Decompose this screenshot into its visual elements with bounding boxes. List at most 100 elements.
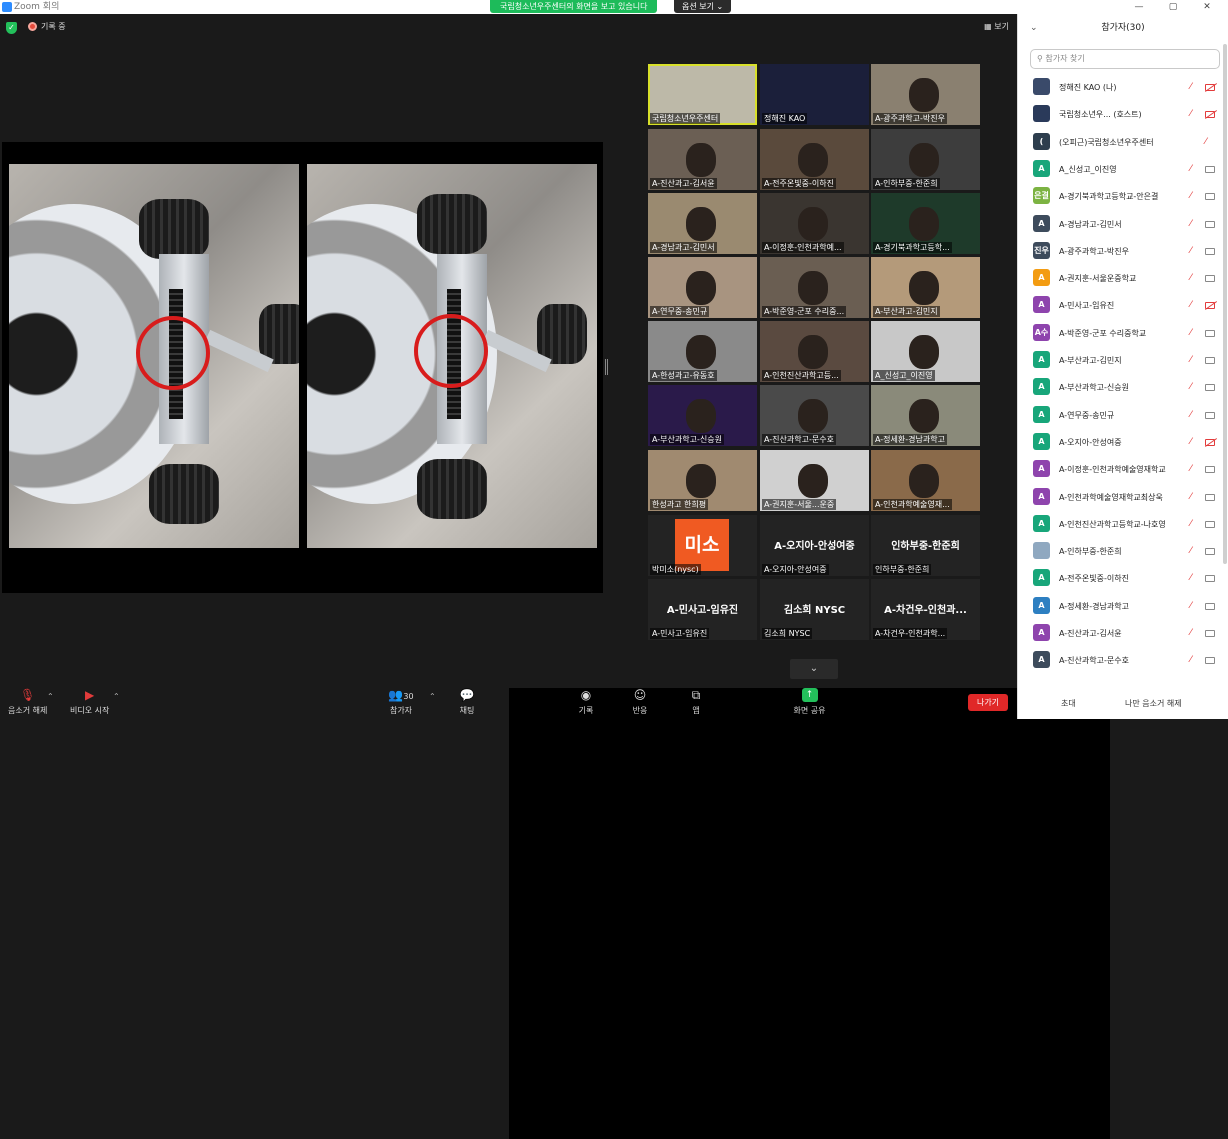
participant-row[interactable]: A A-경남과고-김민서 ⁄ — [1018, 211, 1223, 238]
participant-row[interactable]: 진우 A-광주과학고-박진우 ⁄ — [1018, 238, 1223, 265]
video-tile-name: 한성과고 한희평 — [650, 499, 709, 510]
share-screen-button[interactable]: ↑ 화면 공유 — [509, 688, 1110, 1139]
video-tile[interactable]: 정해진 KAO — [760, 64, 869, 125]
audio-options-caret[interactable]: ⌃ — [47, 692, 54, 701]
video-tile-name: A-연무중-송민규 — [650, 306, 710, 317]
mic-muted-icon: ⁄ — [1190, 109, 1192, 120]
view-options-button[interactable]: 옵션 보기 ⌄ — [674, 0, 732, 13]
shared-screen[interactable] — [2, 142, 603, 593]
participant-row[interactable]: 정해진 KAO (나) ⁄ — [1018, 74, 1223, 101]
video-tile[interactable]: A-인하부중-한준희 — [871, 129, 980, 190]
recording-indicator[interactable]: 기록 중 — [28, 21, 66, 32]
video-tile[interactable]: A-부산과학고-신승원 — [648, 385, 757, 446]
participant-search-input[interactable]: ⚲ 참가자 찾기 — [1030, 49, 1220, 69]
video-tile-no-video[interactable]: A-오지아-안성여중 A-오지아-안성여중 — [760, 515, 869, 576]
video-tile[interactable]: 한성과고 한희평 — [648, 450, 757, 511]
unmute-button[interactable]: 🎙 음소거 해제 — [8, 688, 47, 716]
security-shield-icon[interactable]: ✓ — [6, 22, 17, 34]
video-tile-no-video[interactable]: 인하부중-한준희 인하부중-한준희 — [871, 515, 980, 576]
participant-row[interactable]: 국립청소년우... (호스트) ⁄ — [1018, 101, 1223, 128]
leave-button[interactable]: 나가기 — [968, 694, 1008, 711]
video-tile[interactable]: A-연무중-송민규 — [648, 257, 757, 318]
participant-row[interactable]: A A-진산과고-김서윤 ⁄ — [1018, 620, 1223, 647]
invite-button[interactable]: 초대 — [1061, 698, 1076, 709]
video-tile-no-video[interactable]: A-민사고-임유진 A-민사고-임유진 — [648, 579, 757, 640]
participant-row[interactable]: A A-진산과학고-문수호 ⁄ — [1018, 647, 1223, 674]
video-tile[interactable]: A-박준영-군포 수리중... — [760, 257, 869, 318]
camera-icon — [1205, 493, 1215, 501]
participant-row[interactable]: A A-인천과학예술영재학교최상욱 ⁄ — [1018, 484, 1223, 511]
participant-row[interactable]: 은결 A-경기북과학고등학교-안은결 ⁄ — [1018, 183, 1223, 210]
window-title: Zoom 회의 — [14, 2, 60, 12]
maximize-button[interactable]: ▢ — [1156, 0, 1190, 14]
reactions-button[interactable]: ☺ 반응 — [632, 688, 648, 716]
apps-button[interactable]: ⧉ 앱 — [688, 688, 704, 716]
participant-name: A_신성고_이진영 — [1059, 164, 1117, 174]
participant-row[interactable]: A수 A-박준영-군포 수리중학교 ⁄ — [1018, 320, 1223, 347]
video-tile[interactable]: A-부산과고-김민지 — [871, 257, 980, 318]
participant-row[interactable]: A A-이정훈-인천과학예술영재학교 ⁄ — [1018, 456, 1223, 483]
minimize-button[interactable]: — — [1122, 0, 1156, 14]
video-tile[interactable]: A-권지훈-서울...운중 — [760, 450, 869, 511]
video-tile-no-video[interactable]: 김소희 NYSC 김소희 NYSC — [760, 579, 869, 640]
unmute-me-button[interactable]: 나만 음소거 해제 — [1125, 698, 1182, 709]
video-tile[interactable]: A-인천과학예술영재... — [871, 450, 980, 511]
participants-button[interactable]: 👥30 참가자 — [385, 688, 417, 716]
view-button[interactable]: ▦ 보기 — [984, 21, 1009, 32]
camera-icon — [1205, 520, 1215, 528]
video-tile-name: 김소희 NYSC — [762, 628, 813, 639]
participant-row[interactable]: A A-오지아-안성여중 ⁄ — [1018, 429, 1223, 456]
participant-row[interactable]: A-인하부중-한준희 ⁄ — [1018, 538, 1223, 565]
video-tile[interactable]: A-전주온빛중-이하진 — [760, 129, 869, 190]
participant-row[interactable]: A A-권지훈-서울운중학교 ⁄ — [1018, 265, 1223, 292]
participant-name: A-경남과고-김민서 — [1059, 219, 1122, 229]
close-button[interactable]: ✕ — [1190, 0, 1224, 14]
participant-row[interactable]: A A-전주온빛중-이하진 ⁄ — [1018, 565, 1223, 592]
participant-row[interactable]: A A_신성고_이진영 ⁄ — [1018, 156, 1223, 183]
participant-row[interactable]: A A-연무중-송민규 ⁄ — [1018, 402, 1223, 429]
participant-face — [909, 399, 939, 433]
video-tile[interactable]: A-인천진산과학고등... — [760, 321, 869, 382]
video-tile-display-name: 인하부중-한준희 — [891, 541, 960, 552]
camera-icon — [1205, 357, 1215, 364]
start-video-label: 비디오 시작 — [70, 706, 110, 715]
start-video-button[interactable]: ▶ 비디오 시작 — [70, 688, 109, 716]
video-tile[interactable]: A-정세환-경남과학고 — [871, 385, 980, 446]
video-off-icon: ▶ — [85, 688, 95, 702]
camera-icon — [1205, 630, 1215, 637]
participant-row[interactable]: A A-부산과고-김민지 ⁄ — [1018, 347, 1223, 374]
video-tile[interactable]: A-경기북과학고등학... — [871, 193, 980, 254]
participant-list-scrollbar[interactable] — [1223, 44, 1227, 564]
participant-name: A-박준영-군포 수리중학교 — [1059, 328, 1147, 338]
video-tile[interactable]: A-이정훈-인천과학예... — [760, 193, 869, 254]
mic-muted-icon: ⁄ — [1190, 355, 1192, 365]
video-tile[interactable]: 국립청소년우주센터 — [648, 64, 757, 125]
video-tile[interactable]: A-진산과고-김서윤 — [648, 129, 757, 190]
video-tile[interactable]: A-경남과고-김민서 — [648, 193, 757, 254]
sharing-banner: 국립청소년우주센터의 화면을 보고 있습니다 — [490, 0, 658, 13]
video-tile[interactable]: A-한성과고-유동호 — [648, 321, 757, 382]
participant-face — [686, 271, 716, 305]
video-tile[interactable]: A-광주과학고-박진우 — [871, 64, 980, 125]
video-tile[interactable]: A-진산과학고-문수호 — [760, 385, 869, 446]
avatar: A — [1033, 159, 1050, 177]
chat-button[interactable]: 💬 채팅 — [459, 688, 475, 716]
record-button[interactable]: ◉ 기록 — [578, 688, 594, 716]
participant-row[interactable]: A A-인천진산과학고등학교-나호영 ⁄ — [1018, 511, 1223, 538]
reactions-label: 반응 — [632, 706, 648, 715]
participants-options-caret[interactable]: ⌃ — [429, 692, 436, 701]
participant-row[interactable]: A A-민사고-임유진 ⁄ — [1018, 292, 1223, 319]
video-tile-no-video[interactable]: A-차건우-인천과... A-차건우-인천과학... — [871, 579, 980, 640]
participant-row[interactable]: A A-부산과학고-신승원 ⁄ — [1018, 374, 1223, 401]
participant-row[interactable]: ((오피근)국립청소년우주센터 ⁄ — [1018, 129, 1223, 156]
collapse-chevron-icon[interactable]: ⌄ — [1030, 14, 1038, 42]
video-tile-name: A-인천과학예술영재... — [873, 499, 952, 510]
gallery-next-page-button[interactable]: ⌄ — [790, 659, 838, 679]
split-divider-handle[interactable] — [605, 359, 608, 375]
video-tile-name: A-경기북과학고등학... — [873, 242, 952, 253]
participant-row[interactable]: A A-정세환-경남과학고 ⁄ — [1018, 593, 1223, 620]
avatar: A — [1033, 487, 1050, 505]
video-tile-no-video[interactable]: 미소 박미소(nysc) — [648, 515, 757, 576]
video-tile[interactable]: A_신성고_이진영 — [871, 321, 980, 382]
video-options-caret[interactable]: ⌃ — [113, 692, 120, 701]
